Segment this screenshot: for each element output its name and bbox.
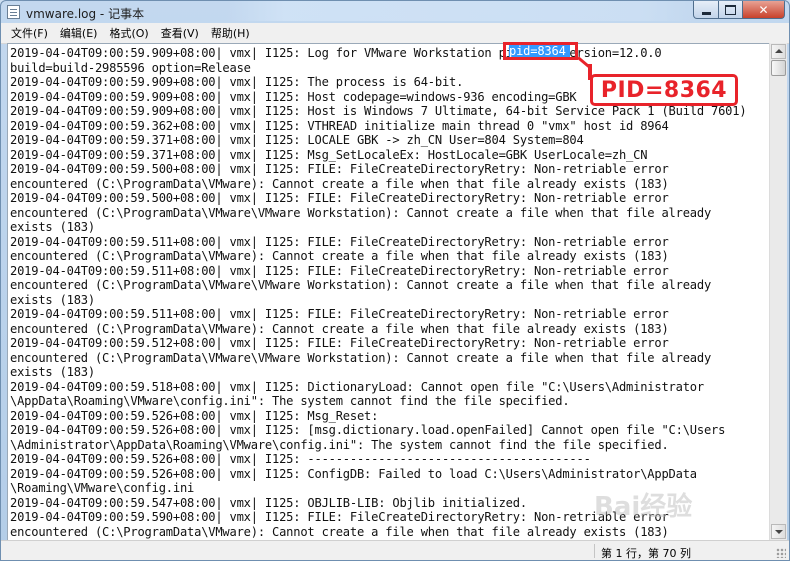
- log-line: build=build-2985596 option=Release: [10, 60, 251, 75]
- menu-view[interactable]: 查看(V): [155, 25, 205, 41]
- maximize-button[interactable]: [718, 1, 743, 19]
- log-line: 2019-04-04T09:00:59.526+08:00| vmx| I125…: [10, 423, 726, 437]
- log-line: 2019-04-04T09:00:59.500+08:00| vmx| I125…: [10, 162, 669, 176]
- log-line: exists (183): [10, 220, 95, 234]
- log-line: 2019-04-04T09:00:59.518+08:00| vmx| I125…: [10, 379, 704, 394]
- log-line: exists (183): [10, 292, 95, 307]
- maximize-icon: [725, 4, 736, 15]
- log-line: \Administrator\AppData\Roaming\VMware\co…: [10, 437, 669, 452]
- log-line: 2019-04-04T09:00:59.371+08:00| vmx| I125…: [10, 133, 584, 147]
- annotation-label: PID=8364: [600, 77, 728, 103]
- title-bar[interactable]: vmware.log - 记事本 ✕: [1, 1, 789, 23]
- log-line: 2019-04-04T09:00:59.526+08:00| vmx| I125…: [10, 466, 697, 481]
- log-line: \AppData\Roaming\VMware\config.ini": The…: [10, 394, 570, 408]
- menu-file[interactable]: 文件(F): [5, 25, 54, 41]
- menu-help[interactable]: 帮助(H): [205, 25, 256, 41]
- text-editor[interactable]: 2019-04-04T09:00:59.909+08:00| vmx| I125…: [7, 43, 770, 541]
- log-line: encountered (C:\ProgramData\VMware\VMwar…: [10, 205, 712, 220]
- baidu-watermark: Bai经验: [594, 486, 774, 536]
- log-line: 2019-04-04T09:00:59.511+08:00| vmx| I125…: [10, 263, 669, 278]
- log-line: exists (183): [10, 365, 95, 379]
- watermark-text: Bai经验: [594, 492, 693, 522]
- cursor-position: 第 1 行，第 70 列: [601, 547, 691, 560]
- minimize-button[interactable]: [693, 1, 719, 19]
- scroll-thumb[interactable]: [771, 60, 786, 76]
- log-line: 2019-04-04T09:00:59.526+08:00| vmx| I125…: [10, 452, 591, 466]
- menu-edit[interactable]: 编辑(E): [54, 25, 104, 41]
- notepad-icon[interactable]: [7, 5, 20, 19]
- log-line: 2019-04-04T09:00:59.526+08:00| vmx| I125…: [10, 408, 379, 423]
- menu-format[interactable]: 格式(O): [103, 25, 154, 41]
- log-line: encountered (C:\ProgramData\VMware): Can…: [10, 176, 669, 191]
- log-line: 2019-04-04T09:00:59.371+08:00| vmx| I125…: [10, 147, 648, 162]
- menu-bar: 文件(F) 编辑(E) 格式(O) 查看(V) 帮助(H): [1, 23, 789, 44]
- close-button[interactable]: ✕: [742, 1, 785, 19]
- log-line: 2019-04-04T09:00:59.909+08:00| vmx| I125…: [10, 104, 747, 118]
- log-line: encountered (C:\ProgramData\VMware): Can…: [10, 321, 669, 336]
- annotation-highlight-box: [503, 42, 578, 60]
- window-title: vmware.log - 记事本: [26, 7, 145, 21]
- log-line: 2019-04-04T09:00:59.500+08:00| vmx| I125…: [10, 191, 669, 205]
- blurred-taskbar-area: [227, 1, 697, 21]
- log-text[interactable]: 2019-04-04T09:00:59.909+08:00| vmx| I125…: [10, 46, 768, 539]
- log-line: 2019-04-04T09:00:59.512+08:00| vmx| I125…: [10, 336, 669, 350]
- annotation-callout: PID=8364: [590, 74, 738, 106]
- log-line: encountered (C:\ProgramData\VMware\VMwar…: [10, 278, 712, 292]
- log-line: 2019-04-04T09:00:59.909+08:00| vmx| I125…: [10, 46, 662, 60]
- status-bar: 第 1 行，第 70 列: [1, 540, 789, 560]
- vertical-scrollbar[interactable]: [769, 43, 787, 540]
- log-line: encountered (C:\ProgramData\VMware): Can…: [10, 249, 669, 263]
- log-line: 2019-04-04T09:00:59.511+08:00| vmx| I125…: [10, 234, 669, 249]
- resize-grip-icon[interactable]: [776, 548, 786, 558]
- close-icon: ✕: [758, 2, 769, 17]
- scroll-up-button[interactable]: [771, 44, 786, 59]
- log-line: 2019-04-04T09:00:59.362+08:00| vmx| I125…: [10, 118, 669, 133]
- status-separator: [594, 544, 595, 558]
- log-line: 2019-04-04T09:00:59.511+08:00| vmx| I125…: [10, 307, 669, 321]
- minimize-icon: [701, 11, 711, 15]
- log-line: encountered (C:\ProgramData\VMware\VMwar…: [10, 350, 712, 365]
